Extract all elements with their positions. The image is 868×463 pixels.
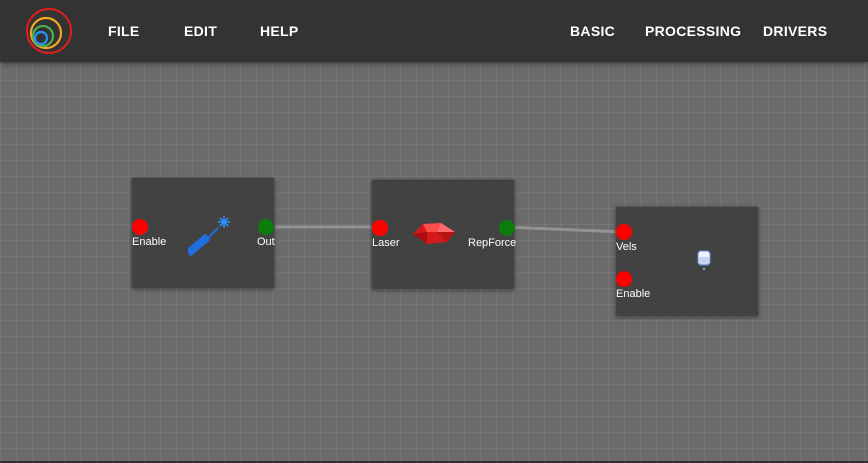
concentric-rings-logo-icon[interactable] xyxy=(25,7,73,55)
enable-input-label: Enable xyxy=(132,236,167,248)
menu-file[interactable]: FILE xyxy=(108,0,140,62)
laser-pointer-icon xyxy=(185,212,234,257)
repforce-output-label: RepForce xyxy=(468,237,517,249)
out-output-port[interactable] xyxy=(258,219,274,235)
repforce-output-port[interactable] xyxy=(499,220,515,236)
laser-effect-node[interactable]: Laser RepForce xyxy=(371,179,517,290)
edge-repforce-to-vels xyxy=(505,225,624,234)
driver-node[interactable]: Vels Enable xyxy=(615,206,759,317)
category-basic[interactable]: BASIC xyxy=(570,0,615,62)
enable-input-port[interactable] xyxy=(616,271,632,287)
vels-input-label: Vels xyxy=(616,241,637,253)
top-menu-bar: FILE EDIT HELP BASIC PROCESSING DRIVERS xyxy=(0,0,868,62)
laser-input-label: Laser xyxy=(372,237,400,249)
enable-input-label: Enable xyxy=(616,288,651,300)
red-gem-icon xyxy=(411,220,457,246)
menu-help[interactable]: HELP xyxy=(260,0,299,62)
laser-input-port[interactable] xyxy=(372,220,388,236)
vels-input-port[interactable] xyxy=(616,224,632,240)
category-processing[interactable]: PROCESSING xyxy=(645,0,741,62)
category-drivers[interactable]: DRIVERS xyxy=(763,0,827,62)
menu-edit[interactable]: EDIT xyxy=(184,0,217,62)
laser-source-node[interactable]: Enable Out xyxy=(131,177,275,289)
enable-input-port[interactable] xyxy=(132,219,148,235)
usb-drive-icon xyxy=(697,250,711,272)
out-output-label: Out xyxy=(257,236,275,248)
